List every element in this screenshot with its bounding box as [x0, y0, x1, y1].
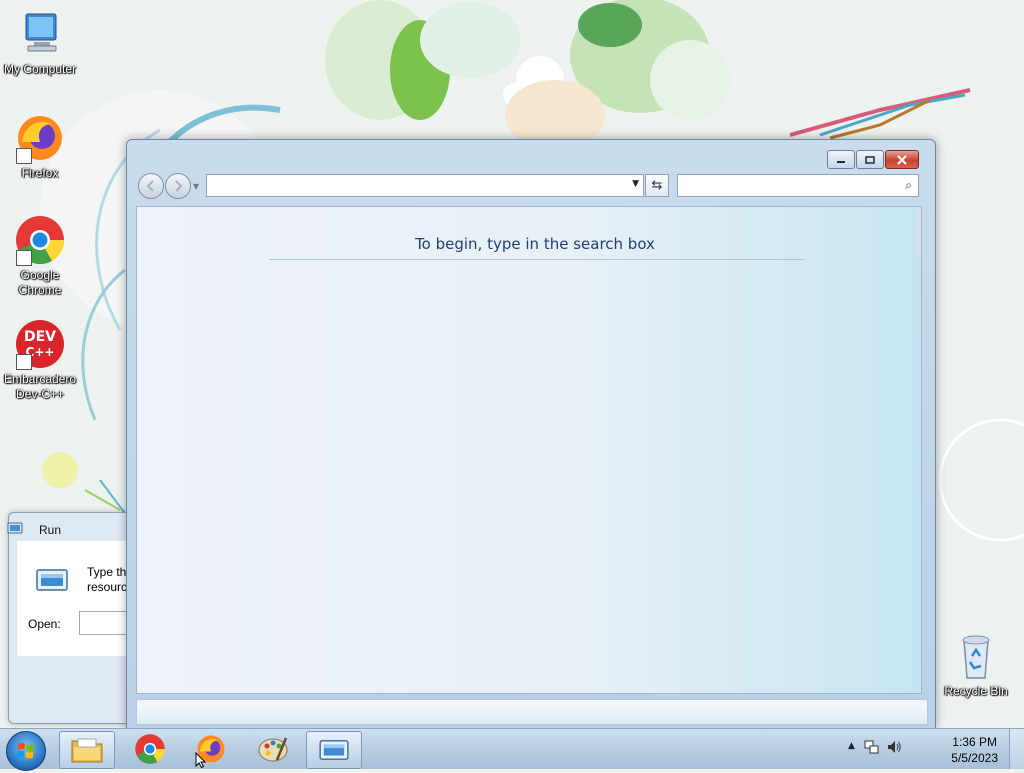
desktop-icon-firefox[interactable]: Firefox — [0, 112, 80, 181]
desktop-icon-recycle-bin[interactable]: Recycle Bin — [936, 630, 1016, 699]
desktop-icon-google-chrome[interactable]: Google Chrome — [0, 214, 80, 298]
desktop-icon-label: Google Chrome — [18, 268, 62, 297]
devcpp-badge-text: DEV — [24, 329, 56, 345]
shortcut-arrow-icon — [16, 354, 32, 370]
explorer-search-window[interactable]: ▼ ▼ ⇆ ⌕ To begin, type in the search box — [126, 139, 936, 729]
folder-icon — [71, 738, 103, 763]
run-title-icon — [7, 522, 23, 534]
chrome-icon — [14, 214, 66, 266]
run-icon — [319, 740, 349, 760]
search-input[interactable]: ⌕ — [677, 174, 919, 197]
address-bar[interactable]: ▼ — [206, 174, 644, 197]
recycle-bin-icon — [950, 630, 1002, 682]
desktop-icon-label: Firefox — [21, 166, 59, 180]
message-divider — [269, 259, 805, 260]
desktop-icon-embarcadero-devcpp[interactable]: DEV C++ Embarcadero Dev-C++ — [0, 318, 80, 402]
run-open-label: Open: — [28, 617, 61, 631]
taskbar-item-paint[interactable] — [246, 731, 300, 767]
taskbar-item-firefox[interactable] — [184, 731, 238, 767]
maximize-button[interactable] — [856, 150, 884, 169]
devcpp-icon: DEV C++ — [14, 318, 66, 370]
taskbar: ▲ 1:36 PM 5/5/2023 — [0, 728, 1024, 771]
desktop-icon-label: Embarcadero Dev-C++ — [3, 372, 77, 401]
run-dialog-title: Run — [39, 523, 62, 537]
firefox-icon — [14, 112, 66, 164]
maximize-icon — [865, 155, 875, 164]
volume-icon[interactable] — [886, 739, 902, 758]
window-controls — [826, 150, 919, 169]
scrollbar[interactable] — [917, 207, 921, 257]
desktop-icon-label: My Computer — [3, 62, 77, 76]
minimize-icon — [837, 160, 845, 163]
system-tray: ▲ 1:36 PM 5/5/2023 — [834, 729, 1024, 769]
close-button[interactable] — [885, 150, 919, 169]
details-pane — [136, 699, 928, 725]
show-hidden-icons-icon[interactable]: ▲ — [848, 741, 855, 751]
mouse-cursor-icon — [195, 752, 207, 768]
forward-arrow-icon — [175, 180, 183, 192]
search-results-pane[interactable]: To begin, type in the search box — [136, 206, 922, 694]
chrome-icon — [135, 734, 165, 764]
clock[interactable]: 1:36 PM 5/5/2023 — [951, 734, 998, 766]
windows-logo-icon — [17, 743, 34, 759]
computer-icon — [14, 8, 66, 60]
run-icon — [35, 567, 69, 596]
desktop-icon-my-computer[interactable]: My Computer — [0, 8, 80, 77]
taskbar-item-run[interactable] — [306, 731, 362, 769]
back-button[interactable] — [138, 173, 164, 199]
shortcut-arrow-icon — [16, 148, 32, 164]
network-icon[interactable] — [864, 739, 880, 758]
taskbar-item-google-chrome[interactable] — [123, 731, 177, 767]
show-desktop-button[interactable] — [1009, 729, 1024, 769]
start-button[interactable] — [6, 731, 46, 771]
address-dropdown-icon[interactable]: ▼ — [632, 179, 639, 189]
clock-date: 5/5/2023 — [951, 751, 998, 765]
search-icon[interactable]: ⌕ — [905, 178, 912, 193]
shortcut-arrow-icon — [16, 250, 32, 266]
back-arrow-icon — [146, 180, 154, 192]
taskbar-item-windows-explorer[interactable] — [59, 731, 115, 769]
minimize-button[interactable] — [827, 150, 855, 169]
recent-pages-dropdown[interactable]: ▼ — [193, 182, 199, 191]
paint-palette-icon — [258, 737, 288, 762]
empty-search-message: To begin, type in the search box — [415, 235, 655, 253]
close-icon — [897, 154, 907, 165]
desktop-icon-label: Recycle Bin — [944, 684, 1008, 698]
forward-button[interactable] — [165, 173, 191, 199]
clock-time: 1:36 PM — [952, 735, 997, 749]
refresh-icon: ⇆ — [651, 178, 663, 193]
refresh-button[interactable]: ⇆ — [645, 174, 669, 197]
